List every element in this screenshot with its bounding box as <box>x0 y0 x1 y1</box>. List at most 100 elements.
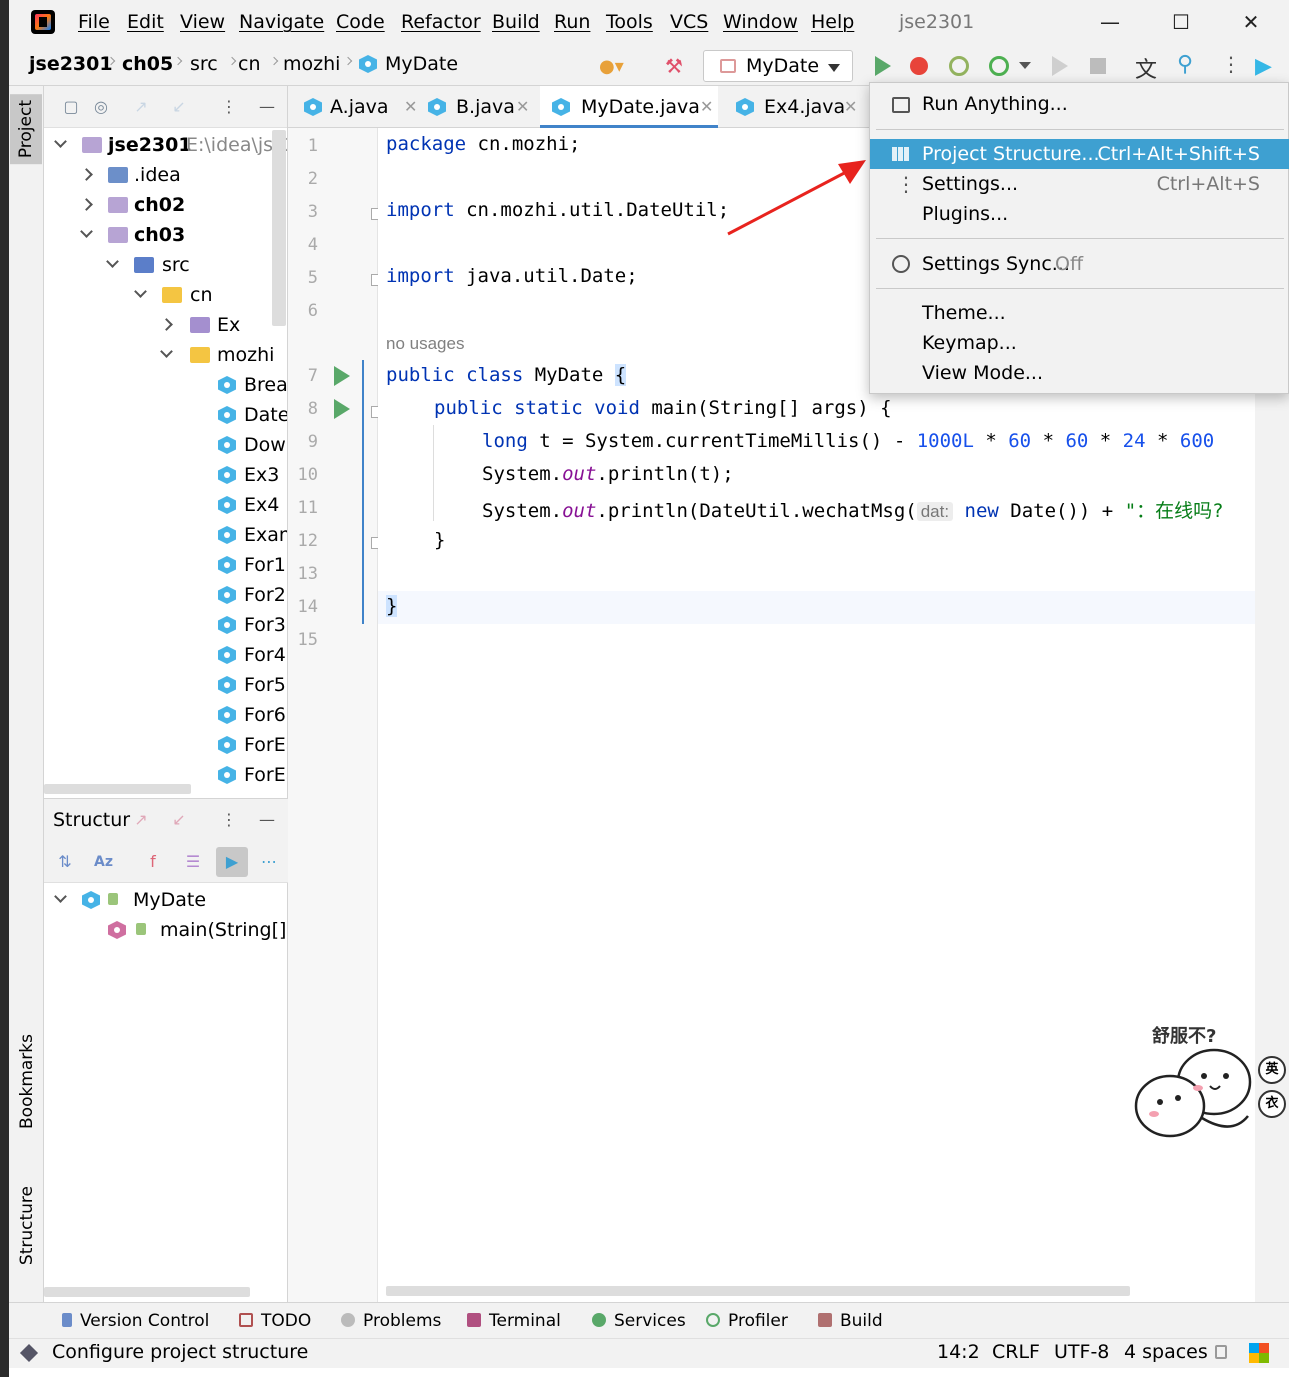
menu-tools[interactable]: Tools <box>606 11 653 33</box>
menu-plugins[interactable]: Plugins... <box>870 199 1289 229</box>
debug-icon[interactable] <box>910 57 928 75</box>
profile-dropdown-icon[interactable] <box>1019 62 1031 69</box>
menu-vcs[interactable]: VCS <box>670 11 708 33</box>
tree-row[interactable]: Exam <box>44 520 287 550</box>
tree-row[interactable]: Ex4 <box>44 490 287 520</box>
file-encoding[interactable]: UTF-8 <box>1054 1341 1109 1363</box>
menu-run[interactable]: Run <box>554 11 590 33</box>
skin-button[interactable]: 衣 <box>1258 1090 1286 1118</box>
build-hammer-icon[interactable]: ⚒ <box>665 54 685 78</box>
ime-english-button[interactable]: 英 <box>1258 1056 1286 1084</box>
menu-navigate[interactable]: Navigate <box>239 11 324 33</box>
tree-row[interactable]: mozhi <box>44 340 287 370</box>
collapse-all-icon[interactable]: ↙ <box>170 98 188 116</box>
menu-theme[interactable]: Theme... <box>870 298 1289 328</box>
hide-panel-icon[interactable]: — <box>258 98 276 116</box>
tree-row[interactable]: For6 <box>44 700 287 730</box>
sort-alpha-icon[interactable]: Az <box>94 853 113 871</box>
collapse-all-icon[interactable]: ↙ <box>170 811 188 829</box>
run-icon[interactable] <box>875 56 891 76</box>
tree-row[interactable]: For5 <box>44 670 287 700</box>
options-icon[interactable]: ⋮ <box>220 98 238 116</box>
tree-row[interactable]: For4 <box>44 640 287 670</box>
breadcrumb-project[interactable]: jse2301 <box>29 53 113 75</box>
tab-ex4-java[interactable]: Ex4.java ✕ <box>730 86 864 128</box>
menu-window[interactable]: Window <box>723 11 798 33</box>
structure-method-row[interactable]: main(String[]): <box>44 915 300 945</box>
translate-icon[interactable]: 文 <box>1135 52 1157 83</box>
close-window-icon[interactable]: ✕ <box>1237 8 1265 36</box>
maximize-icon[interactable]: ☐ <box>1167 8 1195 36</box>
menu-keymap[interactable]: Keymap... <box>870 328 1289 358</box>
options-icon[interactable]: ⋮ <box>220 811 238 829</box>
tab-mydate-java[interactable]: MyDate.java ✕ <box>540 86 718 128</box>
tree-row[interactable]: Dowl <box>44 430 287 460</box>
run-gutter-icon[interactable] <box>334 366 350 386</box>
vertical-scrollbar[interactable] <box>272 130 286 326</box>
menu-run-anything[interactable]: Run Anything... <box>870 89 1289 119</box>
search-icon[interactable]: ⚲ <box>1177 52 1197 77</box>
breadcrumb-mozhi[interactable]: mozhi <box>283 53 340 75</box>
menu-refactor[interactable]: Refactor <box>401 11 481 33</box>
plugin-logo-icon[interactable]: ▶ <box>1255 54 1275 79</box>
tab-problems[interactable]: Problems <box>341 1311 441 1331</box>
tree-row[interactable]: Ex3 <box>44 460 287 490</box>
horizontal-scrollbar[interactable] <box>44 1287 250 1297</box>
tab-build[interactable]: Build <box>818 1311 883 1331</box>
more-vertical-icon[interactable]: ⋮ <box>1221 52 1241 76</box>
tree-row[interactable]: For3 <box>44 610 287 640</box>
breadcrumb-cn[interactable]: cn <box>238 53 261 75</box>
tab-a-java[interactable]: A.java ✕ <box>300 86 418 128</box>
tree-row[interactable]: ch03 <box>44 220 287 250</box>
sort-visibility-icon[interactable]: ⇅ <box>56 853 74 871</box>
expand-all-icon[interactable]: ↗ <box>132 811 150 829</box>
tree-row[interactable]: For2 <box>44 580 287 610</box>
menu-help[interactable]: Help <box>811 11 854 33</box>
tab-services[interactable]: Services <box>592 1311 686 1331</box>
tree-row[interactable]: src <box>44 250 287 280</box>
breadcrumb-module[interactable]: ch05 <box>122 53 173 75</box>
tool-tab-project[interactable]: Project <box>10 94 42 165</box>
tree-row[interactable]: Ex <box>44 310 287 340</box>
menu-settings-sync[interactable]: Settings Sync... Off <box>870 249 1289 279</box>
users-icon[interactable]: ●▾ <box>599 56 624 77</box>
attach-run-icon[interactable] <box>1052 56 1068 76</box>
menu-settings[interactable]: ⋮ Settings... Ctrl+Alt+S <box>870 169 1289 199</box>
minimize-icon[interactable]: — <box>1096 8 1124 36</box>
more-icon[interactable]: ⋯ <box>260 853 278 871</box>
horizontal-scrollbar[interactable] <box>44 784 191 794</box>
expand-all-icon[interactable]: ↗ <box>132 98 150 116</box>
stop-icon[interactable] <box>1090 58 1106 74</box>
tree-row[interactable]: For1 <box>44 550 287 580</box>
select-opened-file-icon[interactable]: ▢ <box>62 98 80 116</box>
tree-row[interactable]: ForEa <box>44 730 287 760</box>
tab-version-control[interactable]: Version Control <box>62 1311 209 1331</box>
show-fields-icon[interactable]: ☰ <box>184 853 202 871</box>
profile-icon[interactable] <box>989 56 1009 76</box>
layers-icon[interactable] <box>19 1343 39 1363</box>
tab-terminal[interactable]: Terminal <box>467 1311 561 1331</box>
hide-panel-icon[interactable]: — <box>258 811 276 829</box>
coverage-icon[interactable] <box>949 56 969 76</box>
indent-setting[interactable]: 4 spaces <box>1124 1341 1208 1363</box>
tree-row[interactable]: cn <box>44 280 287 310</box>
menu-code[interactable]: Code <box>336 11 385 33</box>
tool-tab-structure[interactable]: Structure <box>17 1186 37 1265</box>
tree-row[interactable]: .idea <box>44 160 287 190</box>
plugin-status-icon[interactable] <box>1249 1343 1269 1363</box>
breadcrumb-class[interactable]: MyDate <box>385 53 458 75</box>
structure-class-row[interactable]: MyDate <box>44 885 288 915</box>
menu-file[interactable]: File <box>78 11 110 33</box>
tool-tab-bookmarks[interactable]: Bookmarks <box>17 1034 37 1129</box>
line-separator[interactable]: CRLF <box>992 1341 1040 1363</box>
tree-row[interactable]: Date <box>44 400 287 430</box>
run-gutter-icon[interactable] <box>334 399 350 419</box>
tree-row[interactable]: Break <box>44 370 287 400</box>
tab-profiler[interactable]: Profiler <box>706 1311 788 1331</box>
caret-position[interactable]: 14:2 <box>937 1341 980 1363</box>
show-lambdas-icon[interactable]: f <box>144 853 162 871</box>
locate-icon[interactable]: ◎ <box>92 98 110 116</box>
tab-b-java[interactable]: B.java ✕ <box>424 86 536 128</box>
menu-build[interactable]: Build <box>492 11 540 33</box>
menu-project-structure[interactable]: Project Structure... Ctrl+Alt+Shift+S <box>870 139 1289 169</box>
